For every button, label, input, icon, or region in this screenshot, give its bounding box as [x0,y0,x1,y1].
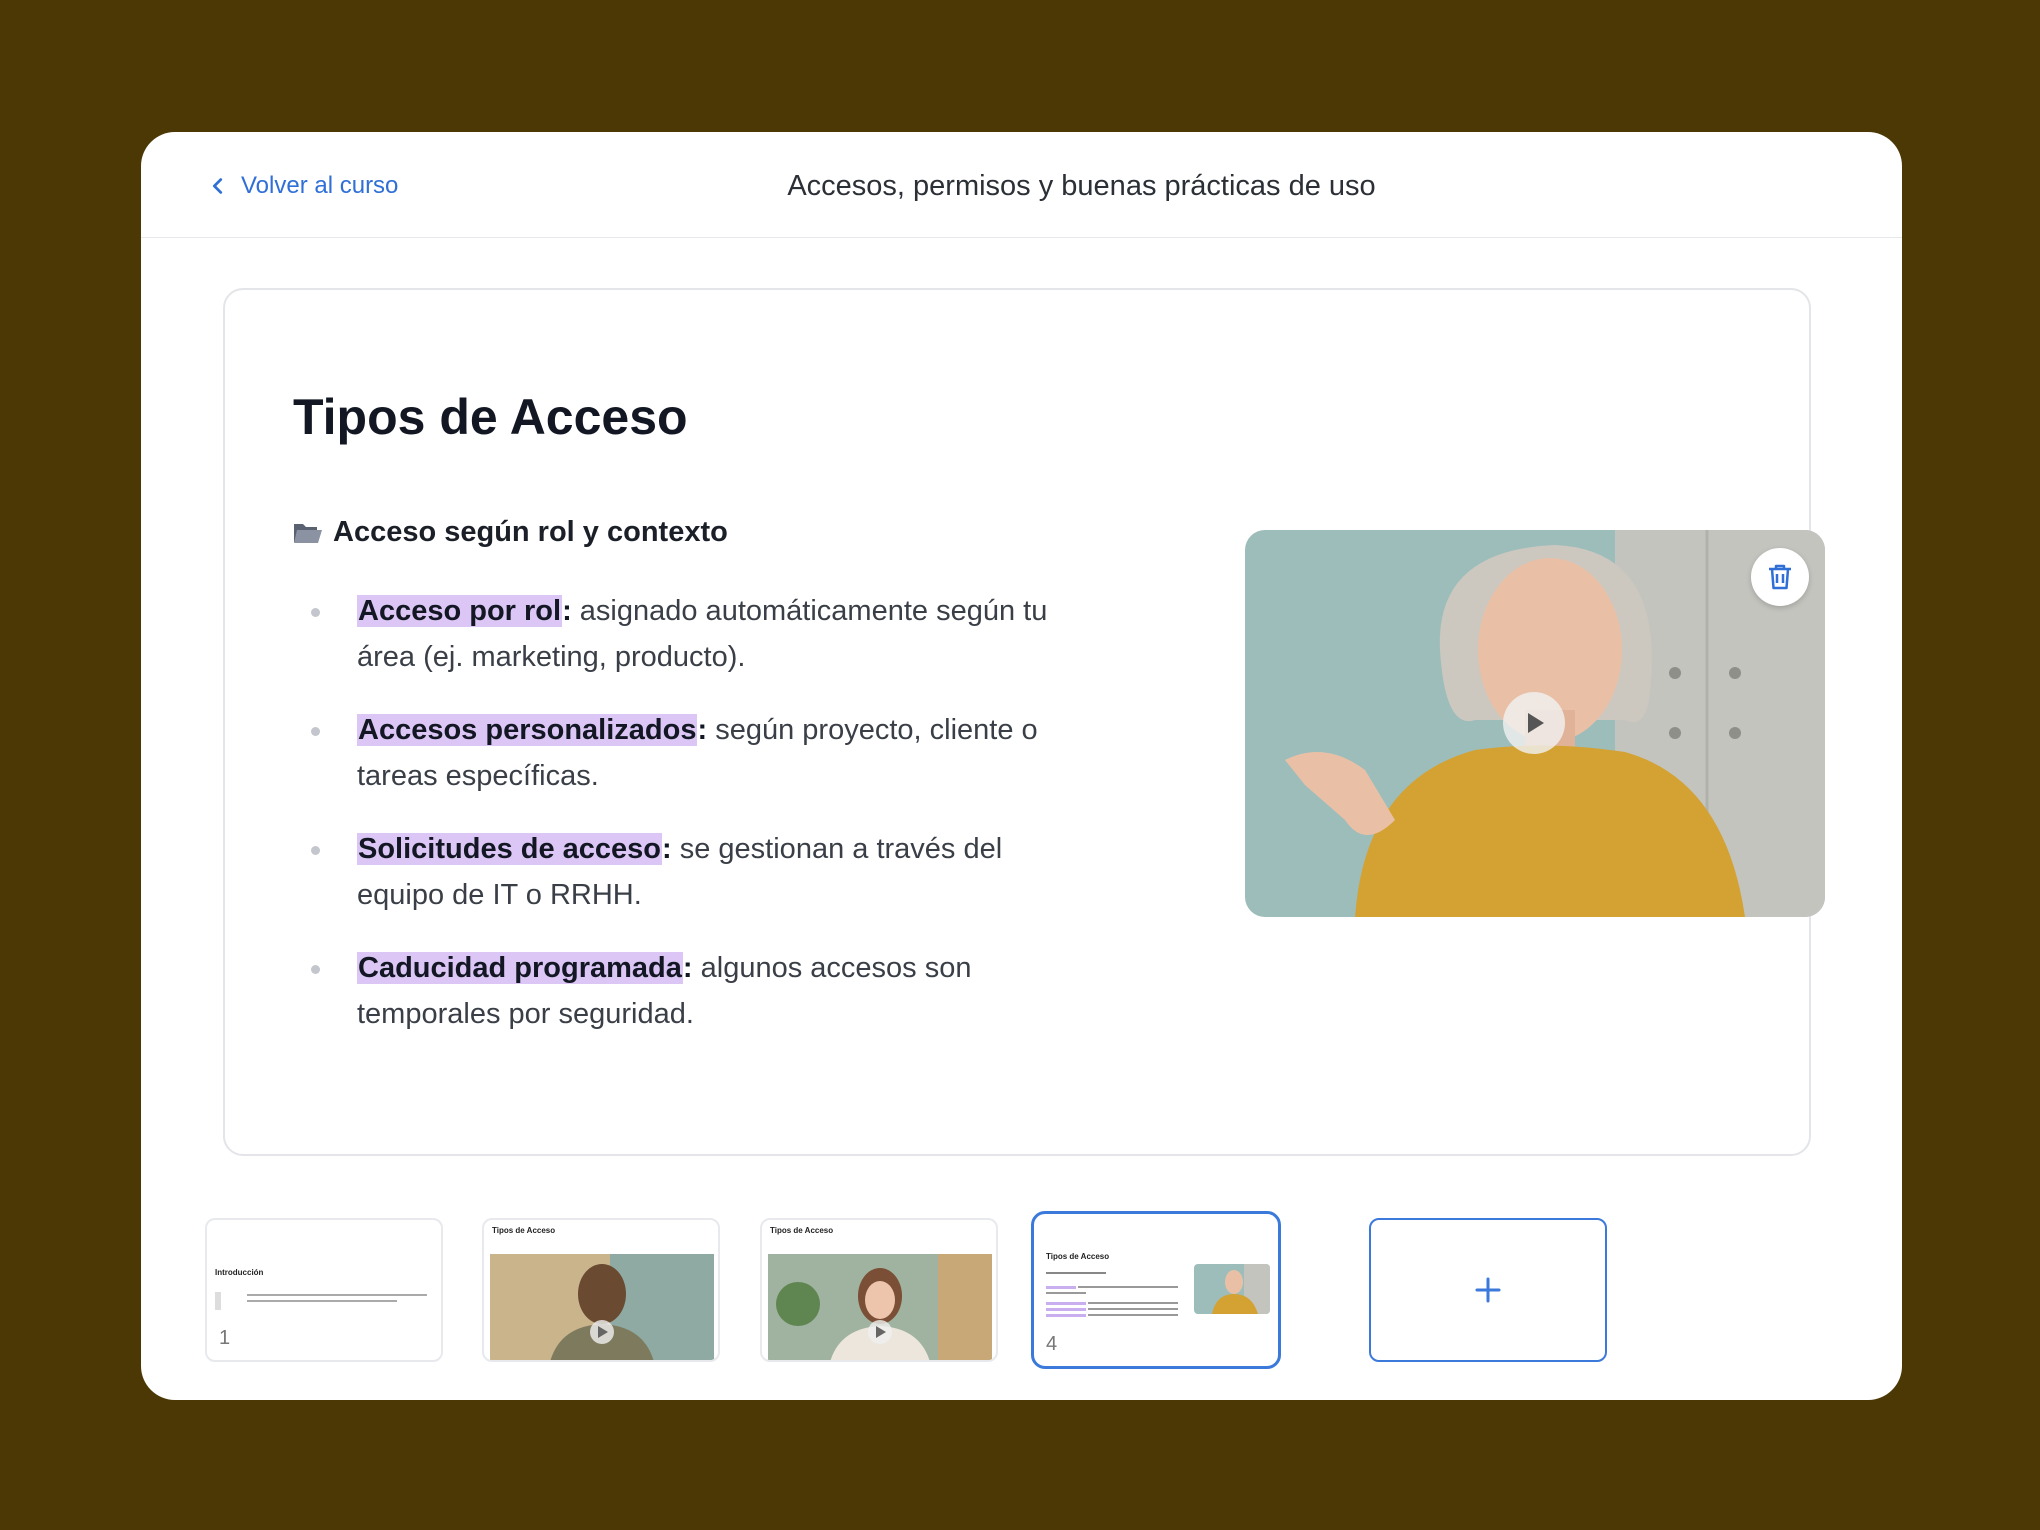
list-item[interactable]: Solicitudes de acceso: se gestionan a tr… [311,826,1081,918]
list-item[interactable]: Accesos personalizados: según proyecto, … [311,707,1081,799]
list-item[interactable]: Caducidad programada: algunos accesos so… [311,945,1081,1037]
top-bar: Volver al curso Accesos, permisos y buen… [141,132,1902,238]
section-title[interactable]: Acceso según rol y contexto [293,516,728,549]
plus-icon [1475,1277,1501,1303]
slide-thumbnail-strip: Introducción 1 Tipos de Acceso Tipos de … [205,1211,1805,1369]
list-item[interactable]: Acceso por rol: asignado automáticamente… [311,588,1081,680]
thumbnail-title: Tipos de Acceso [770,1226,834,1235]
slide-thumbnail-3[interactable]: Tipos de Acceso [760,1218,998,1362]
thumbnail-text-preview [1046,1272,1178,1317]
bullet-dot [311,965,320,974]
bullet-term: Solicitudes de acceso [357,833,663,865]
bullet-dot [311,846,320,855]
bullet-list: Acceso por rol: asignado automáticamente… [311,588,1081,1064]
slide-canvas: Tipos de Acceso Acceso según rol y conte… [223,288,1825,1156]
thumbnail-number: 1 [219,1327,231,1349]
page-title: Accesos, permisos y buenas prácticas de … [787,170,1376,202]
section-title-text: Acceso según rol y contexto [333,516,728,548]
thumbnail-video-preview [768,1254,992,1360]
thumbnail-title: Tipos de Acceso [492,1226,556,1235]
bullet-term: Caducidad programada [357,952,683,984]
slide-thumbnail-1[interactable]: Introducción 1 [205,1218,443,1362]
thumbnail-number: 4 [1046,1333,1058,1355]
slide-thumbnail-2[interactable]: Tipos de Acceso [482,1218,720,1362]
add-slide-button[interactable] [1369,1218,1607,1362]
thumbnail-title: Tipos de Acceso [1046,1252,1110,1261]
play-icon [1528,713,1544,733]
bullet-term: Accesos personalizados [357,714,698,746]
bullet-colon: : [562,595,572,627]
presenter-video[interactable] [1245,530,1825,917]
bullet-colon: : [697,714,708,746]
slide-heading[interactable]: Tipos de Acceso [293,388,688,446]
play-button[interactable] [1503,692,1565,754]
thumbnail-text-preview [215,1292,427,1310]
bullet-dot [311,608,320,617]
thumbnail-video-preview [1194,1264,1270,1314]
thumbnail-title: Introducción [215,1268,264,1277]
open-folder-icon [294,523,322,543]
course-editor-window: Volver al curso Accesos, permisos y buen… [141,132,1902,1400]
bullet-colon: : [662,833,672,865]
bullet-term: Acceso por rol [357,595,563,627]
bullet-dot [311,727,320,736]
delete-video-button[interactable] [1751,548,1809,606]
slide-thumbnail-4-active[interactable]: Tipos de Acceso 4 [1031,1211,1281,1369]
trash-icon [1769,564,1791,590]
thumbnail-video-preview [490,1254,714,1360]
bullet-colon: : [682,952,693,984]
